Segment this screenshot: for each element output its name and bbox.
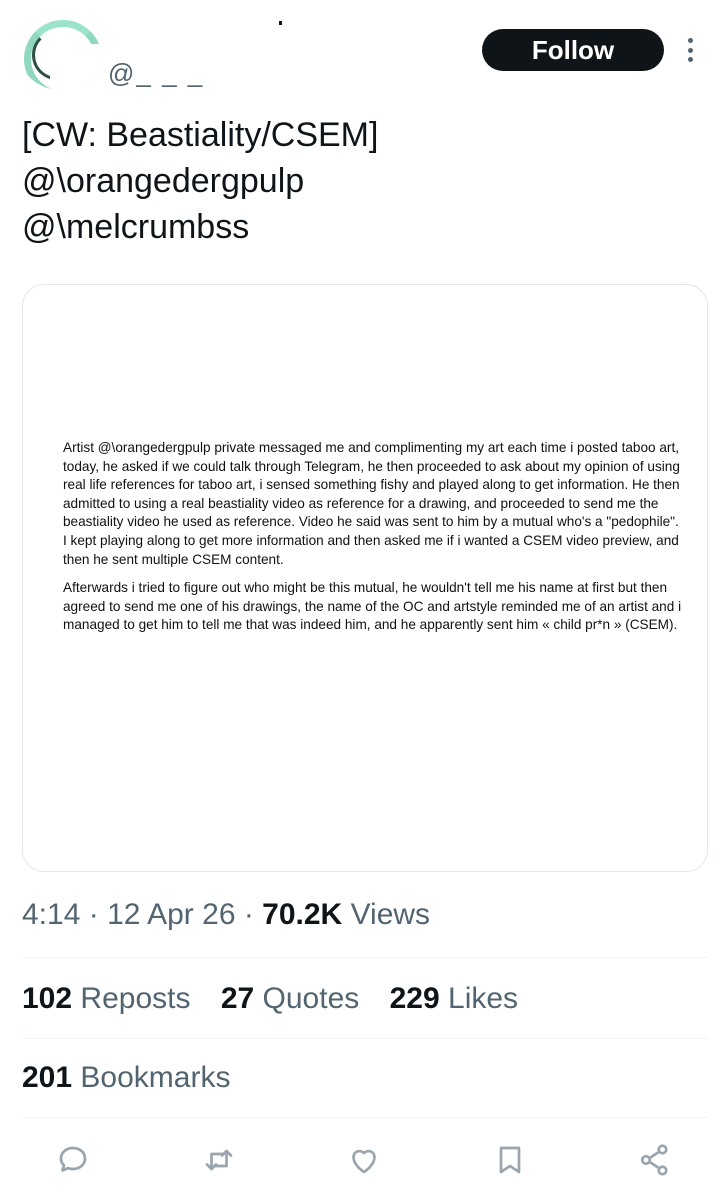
bookmarks-label: Bookmarks — [80, 1061, 231, 1094]
likes-label: Likes — [448, 982, 519, 1015]
bookmark-icon[interactable] — [490, 1140, 530, 1180]
tweet-line: [CW: Beastiality/CSEM] — [22, 116, 379, 154]
mention-link[interactable]: @\melcrumbss — [22, 204, 702, 250]
meta-separator: · — [243, 898, 263, 931]
more-dot — [687, 47, 693, 53]
avatar[interactable] — [20, 18, 102, 90]
tweet-header: @_ _ _ Follow — [0, 0, 728, 100]
tweet-text: [CW: Beastiality/CSEM] @\orangedergpulp … — [22, 112, 702, 250]
likes-stat[interactable]: 229 Likes — [390, 982, 518, 1015]
bookmarks-count: 201 — [22, 1061, 73, 1094]
document-paragraph: Artist @\orangedergpulp private messaged… — [63, 440, 680, 567]
more-dot — [687, 57, 693, 62]
reposts-stat[interactable]: 102 Reposts — [22, 982, 199, 1015]
tweet-meta: 4:14 · 12 Apr 26 · 70.2K Views — [22, 898, 430, 932]
divider — [22, 1117, 708, 1118]
more-options-icon[interactable] — [682, 34, 698, 66]
share-icon[interactable] — [635, 1140, 675, 1180]
tweet-time[interactable]: 4:14 — [22, 898, 80, 931]
reposts-label: Reposts — [80, 982, 191, 1015]
likes-count: 229 — [389, 982, 440, 1015]
action-bar — [0, 1136, 728, 1182]
mention-link[interactable]: @\orangedergpulp — [22, 158, 702, 204]
redaction-mark — [279, 21, 282, 25]
more-dot — [687, 38, 693, 43]
document-paragraph: Afterwards i tried to figure out who mig… — [63, 580, 682, 633]
follow-button[interactable]: Follow — [482, 29, 664, 71]
document-text: Artist @\orangedergpulp private messaged… — [63, 439, 683, 645]
bookmarks-stat[interactable]: 201 Bookmarks — [22, 1061, 230, 1095]
views-count: 70.2K — [262, 898, 343, 931]
meta-separator: · — [88, 898, 108, 931]
tweet-date[interactable]: 12 Apr 26 — [107, 898, 235, 931]
reposts-count: 102 — [22, 982, 73, 1015]
avatar-redaction — [50, 44, 102, 84]
user-handle[interactable]: @_ _ _ — [108, 58, 204, 89]
repost-icon[interactable] — [199, 1140, 239, 1180]
quotes-count: 27 — [220, 982, 255, 1015]
quotes-label: Quotes — [262, 982, 360, 1015]
reply-icon[interactable] — [53, 1140, 93, 1180]
like-icon[interactable] — [344, 1140, 384, 1180]
engagement-stats: 102 Reposts 27 Quotes 229 Likes — [22, 982, 540, 1016]
quotes-stat[interactable]: 27 Quotes — [221, 982, 368, 1015]
media-image[interactable]: Artist @\orangedergpulp private messaged… — [22, 284, 708, 872]
views-label: Views — [350, 898, 431, 931]
divider — [22, 1038, 708, 1039]
divider — [22, 957, 708, 958]
